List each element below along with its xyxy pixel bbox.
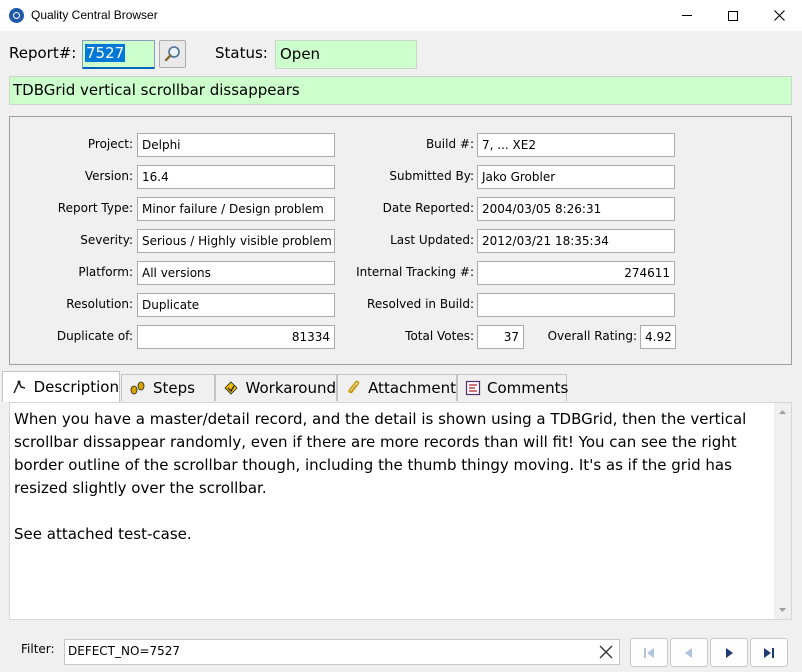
platform-field[interactable]: All versions [137, 261, 335, 285]
scroll-down-icon [779, 608, 786, 612]
filter-input[interactable]: DEFECT_NO=7527 [64, 639, 620, 665]
maximize-button[interactable] [710, 0, 756, 31]
previous-record-icon [685, 647, 692, 658]
workaround-icon [223, 380, 240, 396]
report-title-field[interactable]: TDBGrid vertical scrollbar dissappears [9, 76, 792, 105]
resolved-in-build-label: Resolved in Build: [367, 297, 474, 311]
report-type-field[interactable]: Minor failure / Design problem [137, 197, 335, 221]
report-number-value: 7527 [85, 44, 126, 62]
details-panel: Project: Delphi Version: 16.4 Report Typ… [9, 116, 792, 365]
internal-tracking-label: Internal Tracking #: [356, 265, 474, 279]
tab-bar: Description Steps Workaround Attachment … [0, 371, 802, 402]
resolved-in-build-field[interactable] [477, 293, 675, 317]
report-type-label: Report Type: [57, 201, 133, 215]
filter-label: Filter: [21, 642, 55, 656]
description-icon [10, 379, 28, 395]
status-label: Status: [215, 44, 268, 62]
duplicate-of-label: Duplicate of: [56, 329, 133, 343]
internal-tracking-field[interactable]: 274611 [477, 261, 675, 285]
previous-record-button[interactable] [670, 638, 708, 667]
tab-attachment-label: Attachment [368, 379, 456, 397]
paperclip-icon [345, 380, 362, 396]
minimize-button[interactable] [664, 0, 710, 31]
tab-workaround-label: Workaround [245, 379, 336, 397]
project-field[interactable]: Delphi [137, 133, 335, 157]
resolution-field[interactable]: Duplicate [137, 293, 335, 317]
filter-bar: Filter: DEFECT_NO=7527 [0, 628, 802, 672]
overall-rating-field[interactable]: 4.92 [640, 325, 676, 349]
next-record-button[interactable] [710, 638, 748, 667]
date-reported-label: Date Reported: [382, 201, 474, 215]
tab-description[interactable]: Description [2, 371, 120, 402]
status-value[interactable]: Open [275, 40, 417, 69]
window-title: Quality Central Browser [31, 8, 158, 22]
total-votes-label: Total Votes: [405, 329, 474, 343]
tab-comments[interactable]: Comments [457, 374, 569, 401]
submitted-by-field[interactable]: Jako Grobler [477, 165, 675, 189]
platform-label: Platform: [78, 265, 133, 279]
vertical-scrollbar[interactable] [774, 403, 791, 619]
duplicate-of-field[interactable]: 81334 [137, 325, 335, 349]
scroll-up-icon [779, 410, 786, 414]
clear-filter-icon[interactable] [599, 645, 613, 659]
title-bar: Quality Central Browser [0, 0, 802, 31]
magnifier-icon [164, 46, 180, 62]
last-updated-field[interactable]: 2012/03/21 18:35:34 [477, 229, 675, 253]
search-button[interactable] [159, 40, 186, 68]
severity-label: Severity: [80, 233, 133, 247]
date-reported-field[interactable]: 2004/03/05 8:26:31 [477, 197, 675, 221]
tab-workaround[interactable]: Workaround [215, 374, 337, 401]
next-record-icon [726, 647, 733, 658]
description-text: When you have a master/detail record, an… [14, 410, 747, 543]
last-record-icon [764, 647, 774, 658]
version-field[interactable]: 16.4 [137, 165, 335, 189]
filter-value: DEFECT_NO=7527 [68, 644, 181, 658]
total-votes-field[interactable]: 37 [477, 325, 524, 349]
description-text-area[interactable]: When you have a master/detail record, an… [9, 402, 792, 620]
first-record-icon [644, 647, 654, 658]
build-field[interactable]: 7, ... XE2 [477, 133, 675, 157]
tab-comments-label: Comments [487, 379, 569, 397]
build-label: Build #: [425, 137, 474, 151]
resolution-label: Resolution: [66, 297, 133, 311]
report-number-input[interactable]: 7527 [82, 40, 155, 69]
close-button[interactable] [756, 0, 802, 31]
severity-field[interactable]: Serious / Highly visible problem [137, 229, 335, 253]
overall-rating-label: Overall Rating: [547, 329, 637, 343]
tab-attachment[interactable]: Attachment [337, 374, 457, 401]
tab-description-label: Description [33, 378, 119, 396]
last-record-button[interactable] [750, 638, 788, 667]
first-record-button[interactable] [630, 638, 668, 667]
report-number-label: Report#: [9, 44, 77, 62]
project-label: Project: [87, 137, 133, 151]
minimize-icon [682, 15, 692, 16]
submitted-by-label: Submitted By: [389, 169, 474, 183]
maximize-icon [728, 10, 738, 21]
comments-icon [465, 380, 481, 396]
tab-steps[interactable]: Steps [121, 374, 215, 401]
version-label: Version: [84, 169, 133, 183]
tab-steps-label: Steps [153, 379, 195, 397]
app-icon [9, 8, 24, 23]
close-icon [773, 10, 785, 21]
steps-icon [129, 380, 147, 396]
last-updated-label: Last Updated: [390, 233, 474, 247]
